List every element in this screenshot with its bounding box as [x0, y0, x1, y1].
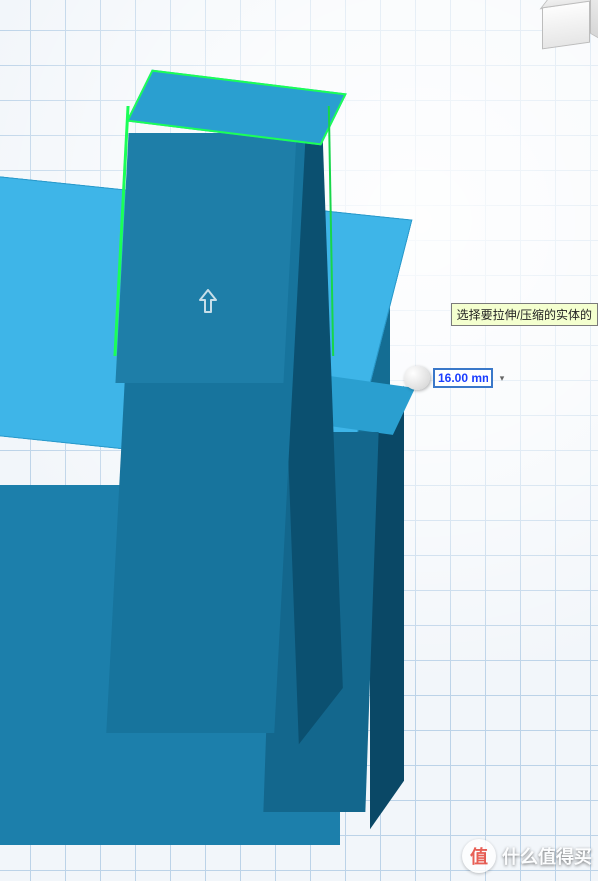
dimension-input[interactable] — [434, 369, 492, 387]
3d-model-view[interactable] — [0, 0, 598, 881]
dimension-drag-knob[interactable] — [404, 366, 430, 390]
dimension-dropdown-icon[interactable]: ▾ — [496, 372, 508, 384]
dimension-control[interactable]: ▾ — [404, 366, 508, 390]
extruded-slab-front-upper — [115, 133, 296, 383]
extrude-arrow-up-icon[interactable] — [196, 288, 220, 319]
hint-tooltip: 选择要拉伸/压缩的实体的 — [451, 303, 598, 326]
view-cube-side-face[interactable] — [590, 0, 598, 49]
watermark: 值 什么值得买 — [462, 839, 592, 873]
view-cube-front-face[interactable] — [542, 1, 590, 50]
view-cube[interactable] — [536, 0, 598, 72]
watermark-text: 什么值得买 — [502, 843, 592, 869]
watermark-badge: 值 — [462, 839, 496, 873]
